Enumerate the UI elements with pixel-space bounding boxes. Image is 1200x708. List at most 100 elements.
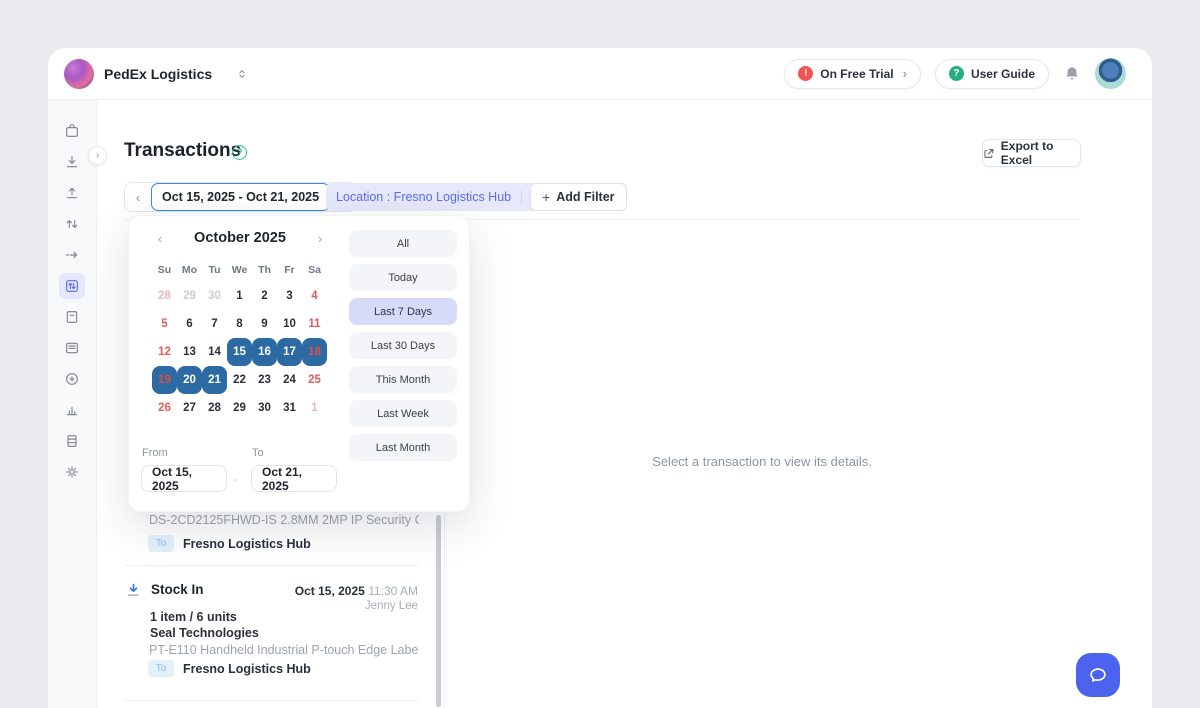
destination-location: Fresno Logistics Hub — [183, 537, 311, 551]
calendar-day[interactable]: 27 — [177, 394, 202, 422]
left-sidebar — [48, 100, 97, 708]
calendar-day[interactable]: 1 — [227, 282, 252, 310]
prev-range-button[interactable]: ‹ — [125, 183, 151, 211]
calendar-day[interactable]: 5 — [152, 310, 177, 338]
detail-empty-message: Select a transaction to view its details… — [444, 454, 1080, 469]
calendar-day[interactable]: 30 — [252, 394, 277, 422]
weekday-label: Mo — [177, 264, 202, 276]
export-label: Export to Excel — [1001, 139, 1080, 167]
list-scrollbar[interactable] — [436, 515, 441, 707]
org-logo — [64, 59, 94, 89]
quick-range-today[interactable]: Today — [349, 264, 457, 291]
calendar-header: ‹ October 2025 › — [151, 230, 329, 246]
quick-range-last-month[interactable]: Last Month — [349, 434, 457, 461]
calendar-day[interactable]: 3 — [277, 282, 302, 310]
from-date-input[interactable]: Oct 15, 2025 — [141, 465, 227, 492]
user-guide-button[interactable]: ? User Guide — [935, 59, 1049, 89]
sidebar-item-transactions[interactable] — [59, 273, 85, 299]
to-date-input[interactable]: Oct 21, 2025 — [251, 465, 337, 492]
calendar-day[interactable]: 14 — [202, 338, 227, 366]
calendar-day[interactable]: 9 — [252, 310, 277, 338]
calendar-day[interactable]: 28 — [152, 282, 177, 310]
export-to-excel-button[interactable]: Export to Excel — [982, 139, 1081, 167]
transaction-destination: To Fresno Logistics Hub — [148, 660, 311, 677]
calendar-day[interactable]: 31 — [277, 394, 302, 422]
notifications-bell-icon[interactable] — [1063, 65, 1081, 83]
transaction-product: DS-2CD2125FHWD-IS 2.8MM 2MP IP Security … — [149, 513, 419, 527]
trial-label: On Free Trial — [820, 67, 893, 81]
transaction-time: 11:30 AM — [368, 584, 418, 598]
free-trial-button[interactable]: ! On Free Trial › — [784, 59, 921, 89]
calendar-day[interactable]: 7 — [202, 310, 227, 338]
sidebar-item-transfer[interactable] — [59, 211, 85, 237]
calendar-day[interactable]: 11 — [302, 310, 327, 338]
weekday-label: Sa — [302, 264, 327, 276]
sidebar-item-move-out[interactable] — [59, 242, 85, 268]
calendar-day[interactable]: 2 — [252, 282, 277, 310]
calendar-day[interactable]: 28 — [202, 394, 227, 422]
calendar-day[interactable]: 18 — [302, 338, 327, 366]
transaction-date: Oct 15, 2025 — [295, 584, 365, 598]
calendar-day[interactable]: 4 — [302, 282, 327, 310]
weekday-label: Su — [152, 264, 177, 276]
sidebar-item-settings[interactable] — [59, 459, 85, 485]
transaction-summary: 1 item / 6 units — [150, 610, 237, 624]
sidebar-item-layouts[interactable] — [59, 335, 85, 361]
date-range-control: ‹ Oct 15, 2025 - Oct 21, 2025 › — [124, 182, 357, 212]
calendar-day[interactable]: 10 — [277, 310, 302, 338]
calendar-day[interactable]: 29 — [227, 394, 252, 422]
calendar-day[interactable]: 30 — [202, 282, 227, 310]
to-label: To — [252, 447, 264, 459]
sidebar-item-stock-in[interactable] — [59, 149, 85, 175]
calendar-day[interactable]: 6 — [177, 310, 202, 338]
sidebar-item-reports[interactable] — [59, 397, 85, 423]
trial-alert-icon: ! — [798, 66, 813, 81]
quick-range-this-month[interactable]: This Month — [349, 366, 457, 393]
calendar-day[interactable]: 19 — [152, 366, 177, 394]
chat-launcher-button[interactable] — [1076, 653, 1120, 697]
quick-range-last-30-days[interactable]: Last 30 Days — [349, 332, 457, 359]
prev-month-icon[interactable]: ‹ — [151, 231, 169, 246]
to-badge: To — [148, 535, 174, 552]
export-icon — [983, 147, 995, 160]
calendar-day[interactable]: 16 — [252, 338, 277, 366]
sidebar-item-stock-out[interactable] — [59, 180, 85, 206]
sidebar-item-inventory-box[interactable] — [59, 118, 85, 144]
calendar-day[interactable]: 21 — [202, 366, 227, 394]
list-divider — [124, 565, 419, 566]
date-range-input[interactable]: Oct 15, 2025 - Oct 21, 2025 — [151, 183, 330, 211]
calendar-day[interactable]: 24 — [277, 366, 302, 394]
sidebar-item-add-new[interactable] — [59, 366, 85, 392]
destination-location: Fresno Logistics Hub — [183, 662, 311, 676]
calendar-day[interactable]: 17 — [277, 338, 302, 366]
chevron-right-icon: › — [903, 66, 907, 81]
org-switcher[interactable]: PedEx Logistics — [64, 59, 248, 89]
calendar-day[interactable]: 25 — [302, 366, 327, 394]
calendar-day[interactable]: 1 — [302, 394, 327, 422]
sidebar-item-data-center[interactable] — [59, 428, 85, 454]
quick-range-last-7-days[interactable]: Last 7 Days — [349, 298, 457, 325]
sidebar-item-documents[interactable] — [59, 304, 85, 330]
add-filter-button[interactable]: + Add Filter — [530, 183, 627, 211]
user-avatar[interactable] — [1095, 58, 1126, 89]
sidebar-expand-button[interactable]: › — [88, 146, 107, 165]
calendar-day[interactable]: 8 — [227, 310, 252, 338]
user-guide-label: User Guide — [971, 67, 1035, 81]
weekday-label: Fr — [277, 264, 302, 276]
quick-range-all[interactable]: All — [349, 230, 457, 257]
next-month-icon[interactable]: › — [311, 231, 329, 246]
location-filter-chip[interactable]: Location : Fresno Logistics Hub × — [326, 183, 548, 211]
calendar-day[interactable]: 20 — [177, 366, 202, 394]
calendar-day[interactable]: 29 — [177, 282, 202, 310]
calendar-day[interactable]: 22 — [227, 366, 252, 394]
calendar-day[interactable]: 26 — [152, 394, 177, 422]
calendar-day[interactable]: 23 — [252, 366, 277, 394]
calendar-day[interactable]: 13 — [177, 338, 202, 366]
page-help-icon[interactable]: ? — [232, 145, 247, 160]
calendar-day[interactable]: 15 — [227, 338, 252, 366]
calendar-day[interactable]: 12 — [152, 338, 177, 366]
list-divider — [124, 700, 419, 701]
weekday-label: Tu — [202, 264, 227, 276]
quick-range-last-week[interactable]: Last Week — [349, 400, 457, 427]
org-switcher-chevrons-icon[interactable] — [236, 67, 248, 81]
